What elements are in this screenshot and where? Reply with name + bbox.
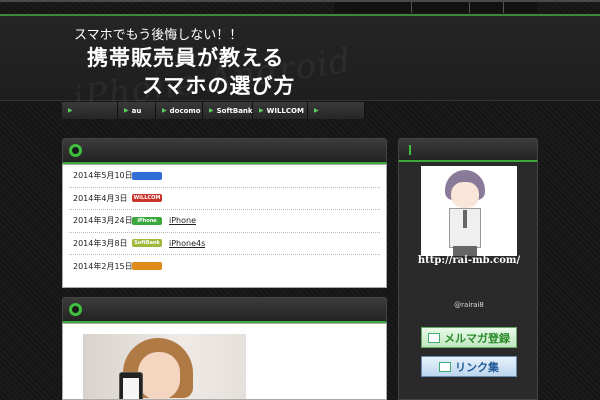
news-date: 2014年5月10日 bbox=[73, 171, 133, 181]
main-nav-label: WILLCOM bbox=[266, 106, 304, 115]
main-nav-item-willcom[interactable]: ▶ WILLCOM bbox=[253, 102, 308, 119]
top-nav-item-2[interactable] bbox=[411, 2, 469, 13]
profile-twitter[interactable]: @rairai8 bbox=[399, 301, 539, 310]
accent-bar bbox=[409, 144, 411, 155]
ring-icon bbox=[69, 144, 82, 157]
main-nav-item-softbank[interactable]: ▶ SoftBank bbox=[203, 102, 253, 119]
description-line bbox=[338, 46, 528, 57]
main-nav-label: SoftBank bbox=[216, 106, 253, 115]
profile-text bbox=[399, 286, 539, 295]
profile-text bbox=[399, 270, 539, 279]
arrow-icon: ▶ bbox=[68, 107, 73, 114]
main-nav-item-1[interactable]: ▶ bbox=[62, 102, 118, 119]
news-item: 2014年3月8日 SoftBank iPhone4s bbox=[69, 233, 380, 255]
article-photo[interactable] bbox=[83, 334, 246, 399]
news-item: 2014年5月10日 bbox=[69, 165, 380, 188]
profile-header bbox=[398, 138, 538, 162]
news-item: 2014年2月15日 bbox=[69, 255, 380, 278]
description-line bbox=[338, 24, 528, 35]
description-line bbox=[338, 57, 528, 68]
link-icon bbox=[439, 361, 451, 372]
top-nav-item-3[interactable] bbox=[469, 2, 503, 13]
smartphone-icon bbox=[119, 372, 143, 399]
top-nav-item-4[interactable] bbox=[503, 2, 537, 13]
article-header bbox=[62, 297, 387, 323]
phone-screen bbox=[123, 378, 139, 399]
main-nav: ▶ ▶ au ▶ docomo ▶ SoftBank ▶ WILLCOM ▶ bbox=[62, 102, 365, 119]
header-content: iPhone Android スマホでもう後悔しない！！ 携帯販売員が教える ス… bbox=[62, 16, 538, 119]
links-banner[interactable]: リンク集 bbox=[421, 356, 517, 377]
main-nav-label: au bbox=[131, 106, 142, 115]
news-date: 2014年3月24日 bbox=[73, 216, 133, 226]
newsletter-banner[interactable]: メルマガ登録 bbox=[421, 327, 517, 348]
profile-panel: http://rai-mb.com/ @rairai8 メルマガ登録 リンク集 bbox=[398, 162, 538, 400]
links-label: リンク集 bbox=[455, 360, 499, 374]
news-date: 2014年2月15日 bbox=[73, 261, 133, 271]
arrow-icon: ▶ bbox=[259, 107, 264, 114]
news-list: 2014年5月10日 2014年4月3日 WILLCOM 2014年3月24日 … bbox=[62, 164, 387, 288]
main-nav-item-au[interactable]: ▶ au bbox=[118, 102, 156, 119]
site-description bbox=[338, 24, 528, 90]
avatar bbox=[421, 166, 517, 256]
news-link[interactable]: iPhone bbox=[169, 216, 196, 225]
article-body bbox=[62, 323, 387, 400]
ring-icon bbox=[69, 303, 82, 316]
breadcrumb bbox=[62, 126, 162, 135]
carrier-badge bbox=[132, 262, 162, 271]
news-link[interactable]: iPhone4s bbox=[169, 239, 205, 248]
carrier-badge: WILLCOM bbox=[132, 194, 162, 203]
news-date: 2014年4月3日 bbox=[73, 193, 128, 203]
news-panel-header bbox=[62, 138, 387, 164]
arrow-icon: ▶ bbox=[162, 107, 167, 114]
site-title-line1[interactable]: 携帯販売員が教える bbox=[87, 42, 284, 72]
photo-face bbox=[138, 352, 180, 399]
news-item: 2014年3月24日 iPhone iPhone bbox=[69, 210, 380, 233]
avatar-face bbox=[451, 182, 479, 208]
carrier-badge: SoftBank bbox=[132, 239, 162, 248]
top-nav-item-1[interactable] bbox=[335, 2, 411, 13]
main-nav-item-docomo[interactable]: ▶ docomo bbox=[156, 102, 203, 119]
main-nav-label: docomo bbox=[169, 106, 201, 115]
description-line bbox=[338, 68, 528, 79]
newsletter-label: メルマガ登録 bbox=[444, 331, 510, 345]
description-line bbox=[338, 79, 528, 90]
carrier-badge: iPhone bbox=[132, 216, 162, 225]
top-nav bbox=[335, 2, 537, 13]
site-title-line2[interactable]: スマホの選び方 bbox=[142, 70, 295, 100]
news-item: 2014年4月3日 WILLCOM bbox=[69, 188, 380, 210]
arrow-icon: ▶ bbox=[209, 107, 214, 114]
main-nav-item-6[interactable]: ▶ bbox=[308, 102, 365, 119]
arrow-icon: ▶ bbox=[124, 107, 129, 114]
news-date: 2014年3月8日 bbox=[73, 238, 128, 248]
profile-url[interactable]: http://rai-mb.com/ bbox=[399, 255, 539, 266]
arrow-icon: ▶ bbox=[314, 107, 319, 114]
site-tagline: スマホでもう後悔しない！！ bbox=[74, 28, 243, 43]
carrier-badge bbox=[132, 171, 162, 180]
mail-icon bbox=[428, 332, 440, 343]
description-line bbox=[338, 35, 528, 46]
avatar-tie bbox=[463, 210, 467, 228]
